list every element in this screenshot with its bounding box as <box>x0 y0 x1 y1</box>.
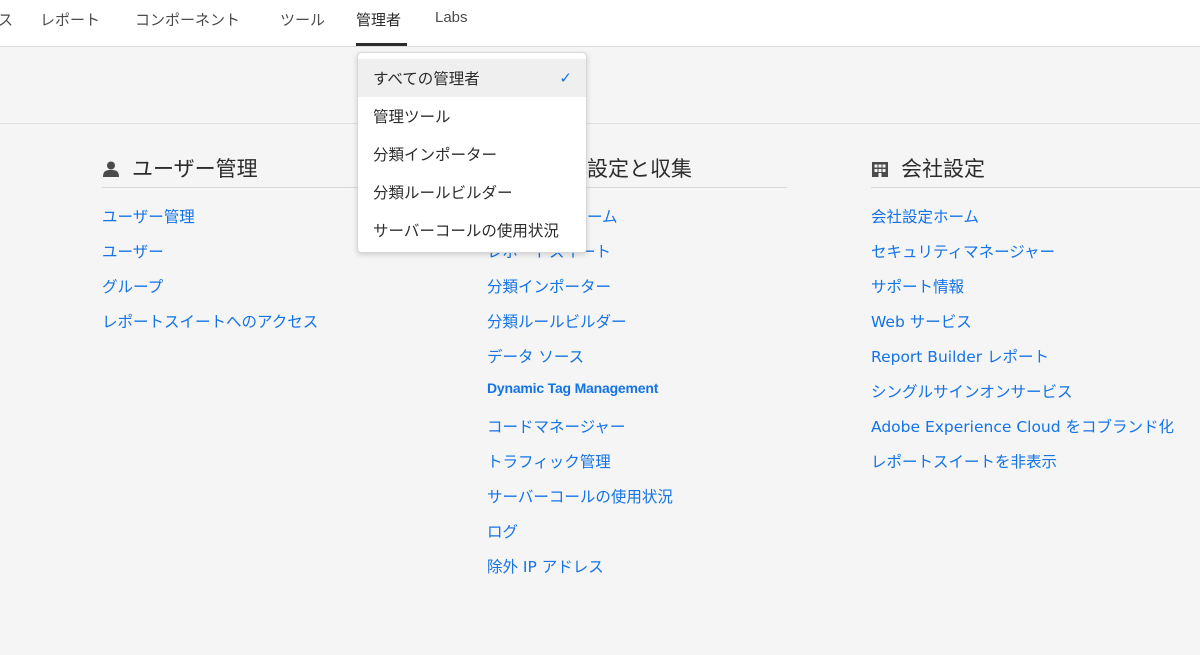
link-list: ーム レポートスイート 分類インポーター 分類ルールビルダー データ ソース D… <box>487 205 787 590</box>
link-security-manager[interactable]: セキュリティマネージャー <box>871 240 1200 275</box>
link-list: 会社設定ホーム セキュリティマネージャー サポート情報 Web サービス Rep… <box>871 205 1200 485</box>
top-navigation: ス レポート コンポーネント ツール 管理者 Labs <box>0 0 1200 47</box>
link-code-manager[interactable]: コードマネージャー <box>487 415 787 450</box>
link-company-settings-home[interactable]: 会社設定ホーム <box>871 205 1200 240</box>
link-hide-report-suites[interactable]: レポートスイートを非表示 <box>871 450 1200 485</box>
section-title-text: 設定と収集 <box>587 156 692 181</box>
menu-item-admin-tools[interactable]: 管理ツール <box>358 97 586 135</box>
link-web-services[interactable]: Web サービス <box>871 310 1200 345</box>
admin-dropdown-menu: すべての管理者 ✓ 管理ツール 分類インポーター 分類ルールビルダー サーバーコ… <box>357 52 587 253</box>
menu-item-label: 分類ルールビルダー <box>373 184 513 202</box>
link-support-info[interactable]: サポート情報 <box>871 275 1200 310</box>
menu-item-label: 分類インポーター <box>373 146 498 164</box>
menu-item-classification-rule-builder[interactable]: 分類ルールビルダー <box>358 173 586 211</box>
nav-item-labs[interactable]: Labs <box>435 9 468 26</box>
menu-item-label: サーバーコールの使用状況 <box>373 222 559 240</box>
link-single-sign-on[interactable]: シングルサインオンサービス <box>871 380 1200 415</box>
menu-item-server-call-usage[interactable]: サーバーコールの使用状況 <box>358 211 586 249</box>
menu-item-label: すべての管理者 <box>373 70 480 88</box>
section-title-text: ユーザー管理 <box>132 156 258 181</box>
link-server-call-usage[interactable]: サーバーコールの使用状況 <box>487 485 787 520</box>
link-groups[interactable]: グループ <box>102 275 404 310</box>
link-classification-importer[interactable]: 分類インポーター <box>487 275 787 310</box>
nav-item-tools[interactable]: ツール <box>280 9 325 30</box>
building-icon <box>871 159 889 177</box>
section-title: 会社設定 <box>871 152 1200 188</box>
link-data-sources[interactable]: データ ソース <box>487 345 787 380</box>
menu-item-all-admin[interactable]: すべての管理者 ✓ <box>358 59 586 97</box>
nav-item-analysis[interactable]: ス <box>0 9 13 30</box>
section-company-settings: 会社設定 会社設定ホーム セキュリティマネージャー サポート情報 Web サービ… <box>871 152 1200 485</box>
nav-item-reports[interactable]: レポート <box>40 9 100 30</box>
link-classification-rule-builder[interactable]: 分類ルールビルダー <box>487 310 787 345</box>
section-title-text: 会社設定 <box>901 156 985 181</box>
nav-item-admin[interactable]: 管理者 <box>356 9 401 30</box>
link-report-builder-reports[interactable]: Report Builder レポート <box>871 345 1200 380</box>
link-traffic-management[interactable]: トラフィック管理 <box>487 450 787 485</box>
menu-item-label: 管理ツール <box>373 108 451 126</box>
nav-item-components[interactable]: コンポーネント <box>135 9 240 30</box>
link-logs[interactable]: ログ <box>487 520 787 555</box>
active-tab-indicator <box>356 43 407 46</box>
header-band-divider <box>0 123 1200 124</box>
menu-item-classification-importer[interactable]: 分類インポーター <box>358 135 586 173</box>
link-report-suite-access[interactable]: レポートスイートへのアクセス <box>102 310 404 345</box>
checkmark-icon: ✓ <box>559 69 572 87</box>
link-co-brand-experience-cloud[interactable]: Adobe Experience Cloud をコブランド化 <box>871 415 1200 450</box>
link-excluded-ip[interactable]: 除外 IP アドレス <box>487 555 787 590</box>
user-icon <box>102 159 120 177</box>
link-dynamic-tag-management[interactable]: Dynamic Tag Management <box>487 380 787 415</box>
